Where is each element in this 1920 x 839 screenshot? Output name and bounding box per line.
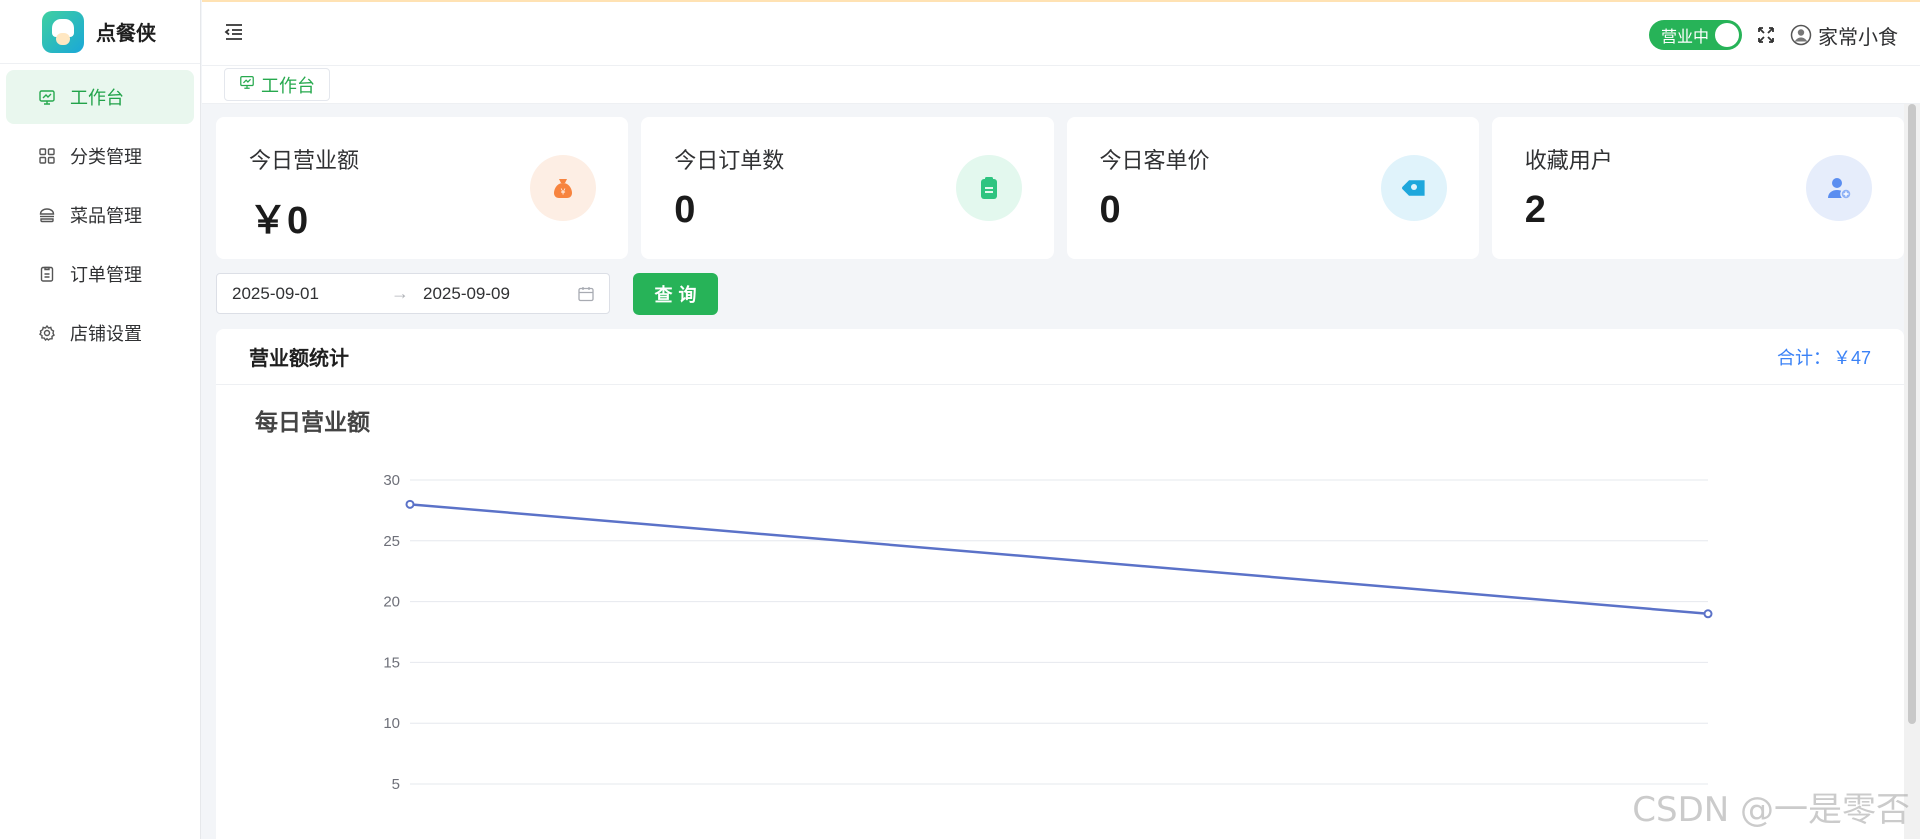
range-separator: →: [391, 283, 409, 303]
total-label: 合计：: [1776, 347, 1831, 368]
sidebar-item-label: 工作台: [70, 88, 124, 108]
svg-text:¥: ¥: [561, 188, 566, 197]
status-label: 营业中: [1661, 29, 1710, 46]
panel-header: 营业额统计 合计： ￥47: [216, 329, 1904, 385]
burger-icon: [38, 207, 56, 223]
stat-card-orders: 今日订单数 0: [641, 117, 1054, 259]
business-status-toggle[interactable]: 营业中: [1649, 20, 1742, 50]
watermark: CSDN @一是零否: [1632, 790, 1910, 830]
scrollbar-thumb[interactable]: [1908, 104, 1916, 724]
sidebar-item-shop-settings[interactable]: 店铺设置: [6, 306, 194, 360]
revenue-total: 合计： ￥47: [1777, 344, 1871, 370]
y-tick-label: 30: [383, 472, 400, 489]
stat-card-revenue: 今日营业额 ￥0 ¥: [216, 117, 629, 259]
revenue-panel: 营业额统计 合计： ￥47 每日营业额 5 10 15 20 25 30: [216, 329, 1904, 839]
sidebar-item-label: 订单管理: [70, 265, 142, 285]
sidebar-item-label: 菜品管理: [70, 206, 142, 226]
gear-icon: [38, 324, 56, 342]
brand-name: 点餐侠: [96, 23, 156, 45]
collapse-menu-icon[interactable]: [222, 20, 246, 44]
calendar-icon[interactable]: [577, 285, 595, 303]
user-add-icon: [1806, 155, 1872, 221]
stat-cards: 今日营业额 ￥0 ¥ 今日订单数 0 今日客单价 0 收藏用户 2: [216, 117, 1904, 259]
toggle-knob: [1715, 23, 1739, 47]
series-line: [409, 503, 1709, 616]
money-bag-icon: ¥: [530, 155, 597, 221]
grid-icon: [38, 148, 56, 164]
tab-workbench[interactable]: 工作台: [224, 68, 330, 101]
y-tick-label: 20: [383, 594, 400, 611]
clipboard-icon: [38, 266, 56, 282]
sidebar-item-label: 分类管理: [70, 147, 142, 167]
panel-title: 营业额统计: [249, 348, 349, 370]
user-avatar-icon: [1790, 24, 1812, 46]
y-tick-label: 5: [392, 776, 400, 793]
fullscreen-icon[interactable]: [1756, 25, 1776, 45]
user-name: 家常小食: [1818, 26, 1898, 49]
date-range-picker[interactable]: 2025-09-01 → 2025-09-09: [216, 273, 610, 314]
brand-logo: [42, 10, 84, 53]
clipboard-icon: [955, 155, 1022, 221]
sidebar-item-category[interactable]: 分类管理: [6, 129, 194, 183]
monitor-icon: [239, 74, 255, 95]
revenue-line-chart: 5 10 15 20 25 30: [383, 472, 1713, 793]
page-scrollbar[interactable]: [1904, 104, 1920, 839]
data-point[interactable]: [1703, 609, 1713, 619]
sidebar-item-orders[interactable]: 订单管理: [6, 247, 194, 301]
query-button[interactable]: 查询: [633, 273, 718, 315]
sidebar-item-dishes[interactable]: 菜品管理: [6, 188, 194, 242]
y-tick-label: 25: [383, 533, 400, 550]
sidebar-menu: 工作台 分类管理 菜品管理 订单管理 店铺设置: [0, 64, 200, 371]
stat-card-avg-price: 今日客单价 0: [1066, 117, 1479, 259]
y-tick-label: 10: [383, 715, 400, 732]
end-date-input[interactable]: 2025-09-09: [423, 284, 510, 304]
tabs-bar: 工作台: [202, 66, 1920, 104]
data-point[interactable]: [405, 499, 415, 509]
y-tick-label: 15: [383, 654, 400, 671]
start-date-input[interactable]: 2025-09-01: [232, 284, 319, 304]
brand: 点餐侠: [0, 0, 200, 64]
sidebar-item-workbench[interactable]: 工作台: [6, 70, 194, 124]
tag-icon: [1380, 155, 1447, 221]
sidebar-item-label: 店铺设置: [70, 324, 142, 344]
tab-label: 工作台: [261, 75, 315, 96]
stat-card-favorite-users: 收藏用户 2: [1491, 117, 1904, 259]
user-menu[interactable]: 家常小食: [1790, 21, 1898, 50]
sidebar: 点餐侠 工作台 分类管理 菜品管理 订单管理 店铺设置: [0, 0, 201, 839]
monitor-icon: [38, 89, 56, 105]
top-header: 营业中 家常小食: [202, 0, 1920, 66]
header-actions: 营业中 家常小食: [1649, 20, 1898, 50]
total-value: ￥47: [1832, 347, 1871, 368]
